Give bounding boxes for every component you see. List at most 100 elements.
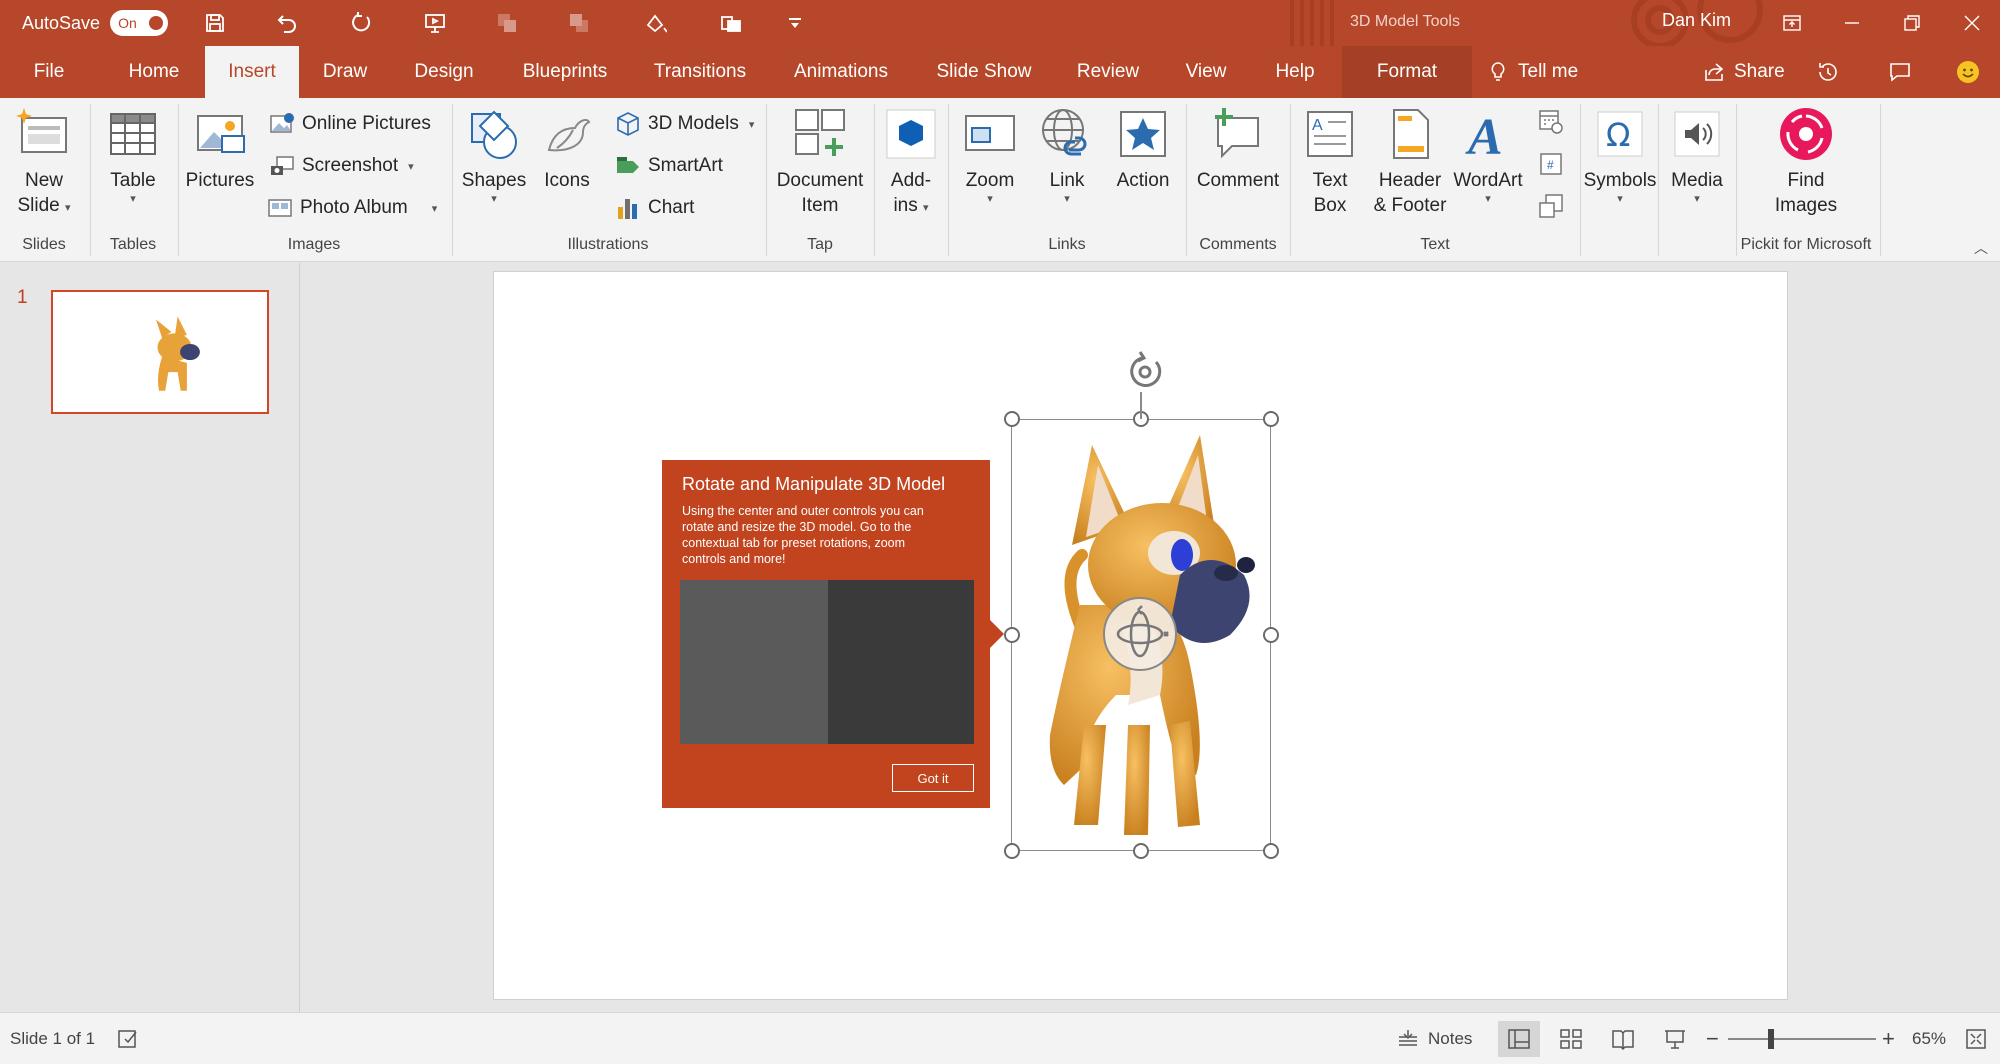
new-slide-icon — [16, 108, 67, 153]
tab-slide-show[interactable]: Slide Show — [926, 46, 1042, 98]
zoom-button[interactable]: Zoom ▾ — [956, 104, 1024, 205]
slide-sorter-icon[interactable] — [1550, 1021, 1592, 1057]
autosave-switch[interactable]: On — [110, 10, 169, 36]
customize-qat-icon[interactable] — [780, 9, 810, 37]
svg-text:Ω: Ω — [1606, 116, 1630, 154]
3d-models-button[interactable]: 3D Models ▾ — [614, 108, 754, 140]
got-it-button[interactable]: Got it — [892, 764, 974, 792]
zoom-in-button[interactable]: + — [1882, 1013, 1895, 1064]
link-button[interactable]: Link ▾ — [1034, 104, 1100, 205]
zoom-out-button[interactable]: − — [1706, 1013, 1719, 1064]
new-slide-label-2: Slide — [17, 195, 60, 216]
slide-info: Slide 1 of 1 — [10, 1029, 96, 1048]
tab-blueprints[interactable]: Blueprints — [510, 46, 620, 98]
callout-video[interactable] — [680, 580, 974, 744]
resize-handle-left[interactable] — [1004, 627, 1020, 643]
action-button[interactable]: Action — [1108, 104, 1178, 193]
zoom-level[interactable]: 65% — [1912, 1013, 1946, 1064]
icons-button[interactable]: Icons — [534, 104, 600, 193]
context-tools-title: 3D Model Tools — [1350, 13, 1460, 30]
tab-home[interactable]: Home — [114, 46, 194, 98]
collapse-ribbon-icon[interactable]: ︿ — [1974, 238, 1988, 258]
save-icon[interactable] — [200, 9, 230, 37]
resize-handle-bottom[interactable] — [1133, 843, 1149, 859]
online-pictures-button[interactable]: Online Pictures — [268, 108, 431, 140]
present-from-start-icon[interactable] — [420, 9, 450, 37]
slides-pane: 1 — [0, 263, 300, 1012]
fit-to-window-icon[interactable] — [1964, 1013, 1988, 1064]
tab-insert[interactable]: Insert — [205, 46, 299, 98]
zoom-slider-track[interactable] — [1728, 1038, 1876, 1040]
tab-review[interactable]: Review — [1068, 46, 1148, 98]
notes-button[interactable]: Notes — [1396, 1013, 1472, 1064]
header-footer-label-2: & Footer — [1373, 195, 1447, 216]
pictures-icon — [197, 115, 245, 153]
group-links: Links — [1048, 236, 1086, 253]
tab-format[interactable]: Format — [1342, 46, 1472, 98]
redo-icon[interactable] — [346, 9, 376, 37]
tab-help[interactable]: Help — [1264, 46, 1326, 98]
user-name[interactable]: Dan Kim — [1662, 10, 1731, 31]
text-box-button[interactable]: A Text Box — [1298, 104, 1362, 218]
tab-file[interactable]: File — [18, 46, 80, 98]
new-slide-button[interactable]: New Slide ▾ — [12, 104, 76, 218]
status-bar: Slide 1 of 1 Notes − + 65% — [0, 1012, 2000, 1064]
resize-handle-bottom-right[interactable] — [1263, 843, 1279, 859]
slide-show-view-icon[interactable] — [1654, 1021, 1696, 1057]
notes-icon — [1399, 1030, 1417, 1046]
slide-number-icon[interactable]: # — [1536, 150, 1566, 178]
resize-handle-bottom-left[interactable] — [1004, 843, 1020, 859]
tell-me-box[interactable]: Tell me — [1486, 46, 1578, 98]
tab-animations[interactable]: Animations — [782, 46, 900, 98]
symbols-button[interactable]: Ω Symbols ▾ — [1584, 104, 1656, 205]
date-time-icon[interactable] — [1536, 108, 1566, 136]
accessibility-checker-icon[interactable] — [116, 1013, 140, 1064]
rotate-handle-icon[interactable] — [1124, 350, 1166, 392]
minimize-icon[interactable] — [1832, 8, 1872, 38]
zoom-slider-thumb[interactable] — [1768, 1029, 1774, 1049]
history-icon[interactable] — [1816, 46, 1840, 98]
reading-view-icon[interactable] — [1602, 1021, 1644, 1057]
photo-album-button[interactable]: Photo Album ▾ — [266, 192, 437, 224]
comment-label: Comment — [1196, 170, 1280, 191]
document-item-button[interactable]: Document Item — [772, 104, 868, 218]
find-images-button[interactable]: Find Images — [1744, 104, 1868, 218]
restore-icon[interactable] — [1892, 8, 1932, 38]
ribbon-tabs: File Home Insert Draw Design Blueprints … — [0, 46, 2000, 98]
wordart-button[interactable]: A WordArt ▾ — [1452, 104, 1524, 205]
close-icon[interactable] — [1952, 8, 1992, 38]
object-icon[interactable] — [1536, 192, 1566, 220]
ribbon-display-options-icon[interactable] — [1772, 8, 1812, 38]
slide-thumbnail[interactable] — [51, 290, 269, 414]
normal-view-icon[interactable] — [1498, 1021, 1540, 1057]
tab-draw[interactable]: Draw — [310, 46, 380, 98]
3d-rotate-control-icon[interactable] — [1102, 596, 1178, 672]
resize-handle-right[interactable] — [1263, 627, 1279, 643]
tab-design[interactable]: Design — [402, 46, 486, 98]
pictures-button[interactable]: Pictures — [184, 104, 256, 193]
comments-icon[interactable] — [1888, 46, 1912, 98]
resize-handle-top-left[interactable] — [1004, 411, 1020, 427]
comment-button[interactable]: Comment — [1192, 104, 1284, 193]
separator — [1880, 104, 1881, 256]
table-button[interactable]: Table ▾ — [100, 104, 166, 205]
resize-handle-top-right[interactable] — [1263, 411, 1279, 427]
tab-transitions[interactable]: Transitions — [645, 46, 755, 98]
autosave-toggle[interactable]: AutoSave On — [22, 10, 169, 36]
header-footer-button[interactable]: Header & Footer — [1368, 104, 1452, 218]
chart-button[interactable]: Chart — [614, 192, 694, 224]
share-button[interactable]: Share — [1702, 46, 1785, 98]
add-ins-icon — [886, 109, 936, 159]
arrange-icon[interactable] — [716, 9, 746, 37]
media-button[interactable]: Media ▾ — [1664, 104, 1730, 205]
shapes-icon — [471, 110, 517, 159]
shapes-button[interactable]: Shapes ▾ — [458, 104, 530, 205]
separator — [766, 104, 767, 256]
feedback-smiley-icon[interactable] — [1956, 46, 1980, 98]
smartart-button[interactable]: SmartArt — [614, 150, 723, 182]
shape-fill-icon[interactable] — [640, 9, 670, 37]
add-ins-button[interactable]: Add- ins ▾ — [880, 104, 942, 218]
undo-icon[interactable] — [272, 9, 302, 37]
tab-view[interactable]: View — [1176, 46, 1236, 98]
screenshot-button[interactable]: Screenshot ▾ — [268, 150, 414, 182]
